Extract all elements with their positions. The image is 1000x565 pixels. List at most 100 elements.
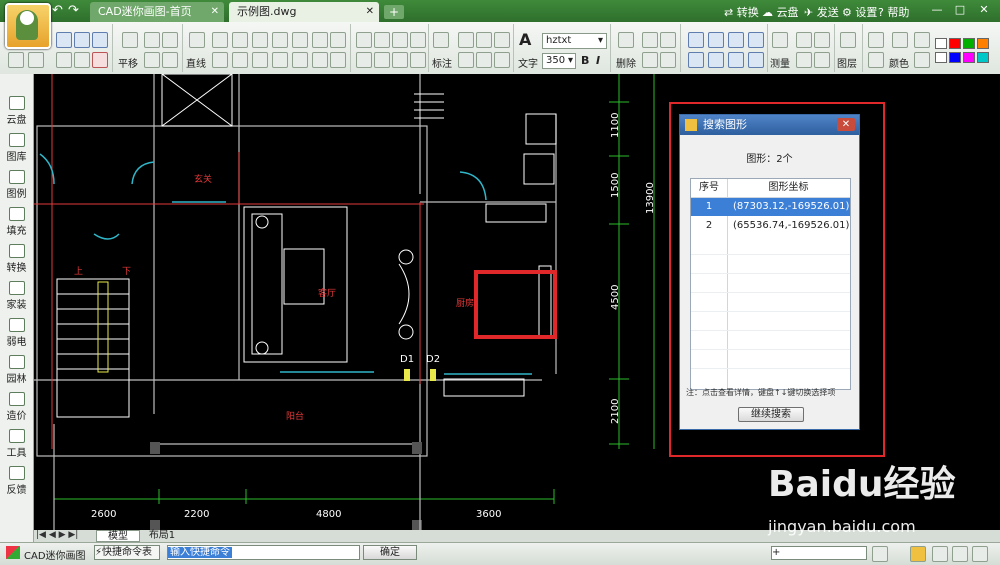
layer-icon[interactable]: [840, 32, 856, 48]
brush-icon[interactable]: [660, 52, 676, 68]
color-swatch[interactable]: [963, 38, 975, 49]
arrow-line-icon[interactable]: [330, 52, 346, 68]
color-swatch[interactable]: [935, 38, 947, 49]
color-swatch[interactable]: [935, 52, 947, 63]
tab-nav-arrows-icon[interactable]: |◀ ◀ ▶ ▶|: [36, 530, 78, 540]
stretch-icon[interactable]: [688, 52, 704, 68]
color-wheel-icon[interactable]: [952, 546, 968, 562]
block-icon[interactable]: [796, 52, 812, 68]
move-icon[interactable]: [232, 32, 248, 48]
print-icon[interactable]: [56, 52, 72, 68]
menu-cloud[interactable]: ☁ 云盘: [762, 4, 799, 20]
pdf-icon[interactable]: [92, 52, 108, 68]
array-icon[interactable]: [708, 52, 724, 68]
font-name-select[interactable]: hztxt ▾: [542, 33, 607, 49]
align-icon[interactable]: [748, 52, 764, 68]
chamfer-icon[interactable]: [410, 32, 426, 48]
arc-icon[interactable]: [272, 32, 288, 48]
aligned-dim-icon[interactable]: [458, 32, 474, 48]
copy-object-icon[interactable]: [708, 32, 724, 48]
line-style-icon[interactable]: [868, 52, 884, 68]
app-logo-button[interactable]: [5, 3, 51, 49]
tab-drawing[interactable]: 示例图.dwg ✕: [229, 2, 379, 22]
paste-icon[interactable]: [660, 32, 676, 48]
measure-ruler-icon[interactable]: [772, 32, 788, 48]
linear-dim-icon[interactable]: [458, 52, 474, 68]
open-folder-icon[interactable]: [28, 52, 44, 68]
snap-icon[interactable]: [910, 546, 926, 562]
text-tool-icon[interactable]: A: [519, 30, 531, 49]
tab-layout1[interactable]: 布局1: [142, 530, 182, 542]
bold-button[interactable]: B: [581, 54, 589, 67]
search-icon[interactable]: [872, 546, 888, 562]
forward-arrow-icon[interactable]: ↷: [68, 3, 79, 18]
scale-icon[interactable]: [748, 32, 764, 48]
sidebar-item-tools[interactable]: 工具: [0, 429, 33, 459]
eraser-icon[interactable]: [618, 32, 634, 48]
sidebar-item-garden[interactable]: 园林: [0, 355, 33, 385]
crosshair-icon[interactable]: [932, 546, 948, 562]
copy-icon[interactable]: [642, 32, 658, 48]
tab-home[interactable]: CAD迷你画图-首页 ✕: [90, 2, 224, 22]
radius-dim-icon[interactable]: [494, 32, 510, 48]
color-swatch[interactable]: [949, 38, 961, 49]
menu-convert[interactable]: ⇄ 转换: [724, 4, 759, 20]
mirror-icon[interactable]: [728, 52, 744, 68]
line-tool-icon[interactable]: [189, 32, 205, 48]
new-file-icon[interactable]: [8, 52, 24, 68]
color-swatch[interactable]: [949, 52, 961, 63]
menu-help[interactable]: ? 帮助: [878, 4, 909, 20]
sidebar-item-library[interactable]: 图库: [0, 133, 33, 163]
diagonal-line-icon[interactable]: [312, 52, 328, 68]
tab-model[interactable]: 模型: [96, 530, 140, 542]
leader-icon[interactable]: [494, 52, 510, 68]
color-swatch[interactable]: [977, 38, 989, 49]
hexagon-icon[interactable]: [252, 52, 268, 68]
sidebar-item-cloud[interactable]: 云盘: [0, 96, 33, 126]
arc-dim-icon[interactable]: [476, 52, 492, 68]
color-swatch[interactable]: [963, 52, 975, 63]
sidebar-item-convert[interactable]: 转换: [0, 244, 33, 274]
shortcut-list-button[interactable]: ⚡快捷命令表: [94, 545, 160, 560]
explode-icon[interactable]: [410, 52, 426, 68]
continue-search-button[interactable]: 继续搜索: [738, 407, 804, 422]
circle-icon[interactable]: [292, 32, 308, 48]
rotate-icon[interactable]: [728, 32, 744, 48]
zoom-extents-icon[interactable]: [162, 52, 178, 68]
clipboard-icon[interactable]: [642, 52, 658, 68]
sidebar-item-legend[interactable]: 图例: [0, 170, 33, 200]
eraser-color-icon[interactable]: [914, 32, 930, 48]
extend-icon[interactable]: [374, 32, 390, 48]
confirm-button[interactable]: 确定: [363, 545, 417, 560]
polygon-icon[interactable]: [232, 52, 248, 68]
command-input[interactable]: 输入快捷命令: [167, 545, 360, 560]
add-tab-button[interactable]: +: [384, 5, 404, 19]
wave-line-icon[interactable]: [252, 32, 268, 48]
sidebar-item-cost[interactable]: 造价: [0, 392, 33, 422]
ellipse-icon[interactable]: [330, 32, 346, 48]
pan-hand-icon[interactable]: [122, 32, 138, 48]
rectangle-icon[interactable]: [312, 32, 328, 48]
trim-icon[interactable]: [356, 52, 372, 68]
export-icon[interactable]: [74, 52, 90, 68]
polyline-icon[interactable]: [212, 32, 228, 48]
offset-icon[interactable]: [356, 32, 372, 48]
dimension-icon[interactable]: [433, 32, 449, 48]
tab-close-icon[interactable]: ✕: [366, 2, 374, 22]
hatch-icon[interactable]: [392, 52, 408, 68]
break-icon[interactable]: [374, 52, 390, 68]
insert-icon[interactable]: [814, 52, 830, 68]
sidebar-item-fill[interactable]: 填充: [0, 207, 33, 237]
menu-send[interactable]: ✈ 发送: [804, 4, 839, 20]
sidebar-item-home-decor[interactable]: 家装: [0, 281, 33, 311]
tab-close-icon[interactable]: ✕: [211, 2, 219, 22]
triangle-icon[interactable]: [212, 52, 228, 68]
line-weight-icon[interactable]: [868, 32, 884, 48]
italic-button[interactable]: I: [596, 54, 600, 67]
minimize-button[interactable]: —: [930, 3, 944, 17]
maximize-button[interactable]: □: [953, 3, 967, 17]
sidebar-item-feedback[interactable]: 反馈: [0, 466, 33, 496]
back-arrow-icon[interactable]: ↶: [52, 3, 63, 18]
save-as-icon[interactable]: [92, 32, 108, 48]
zoom-in-icon[interactable]: [144, 32, 160, 48]
